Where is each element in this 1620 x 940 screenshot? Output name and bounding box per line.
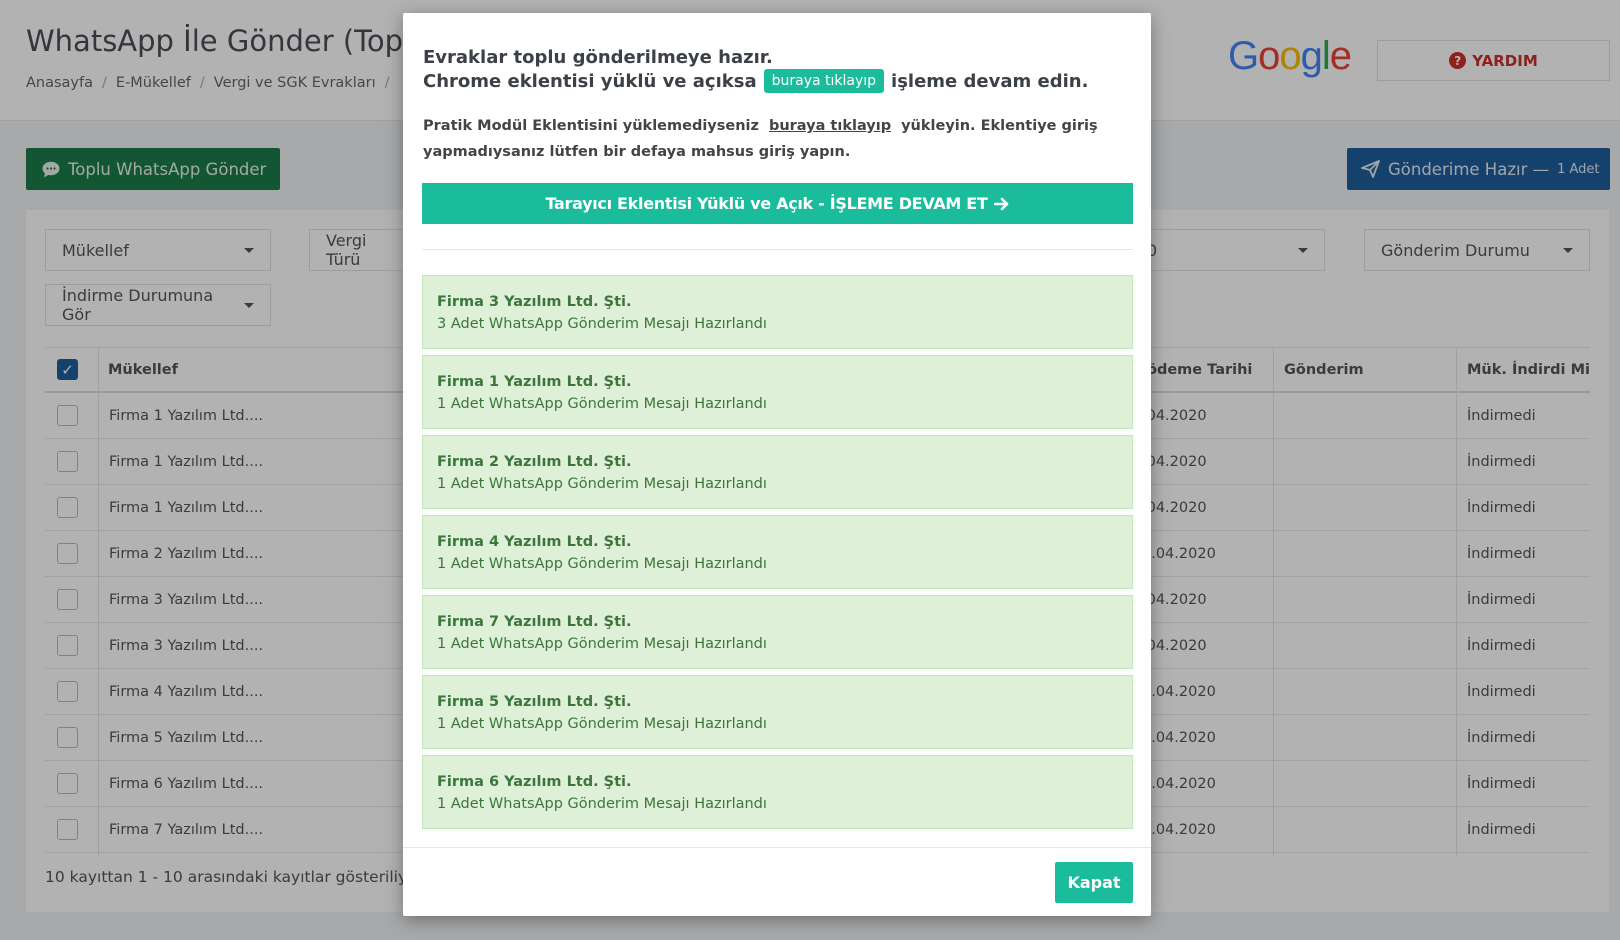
company-name: Firma 6 Yazılım Ltd. Şti. xyxy=(437,774,632,790)
note-pre: Pratik Modül Eklentisini yüklemediyseniz xyxy=(423,118,759,134)
list-item: Firma 5 Yazılım Ltd. Şti. 1 Adet WhatsApp… xyxy=(422,675,1133,749)
list-item: Firma 7 Yazılım Ltd. Şti. 1 Adet WhatsApp… xyxy=(422,595,1133,669)
company-name: Firma 4 Yazılım Ltd. Şti. xyxy=(437,534,632,550)
company-name: Firma 2 Yazılım Ltd. Şti. xyxy=(437,454,632,470)
list-item: Firma 4 Yazılım Ltd. Şti. 1 Adet WhatsApp… xyxy=(422,515,1133,589)
prepared-messages-list: Firma 3 Yazılım Ltd. Şti. 3 Adet WhatsApp… xyxy=(422,275,1133,835)
modal-instruction-pre: Chrome eklentisi yüklü ve açıksa xyxy=(423,70,757,92)
arrow-right-icon xyxy=(993,197,1008,210)
company-name: Firma 1 Yazılım Ltd. Şti. xyxy=(437,374,632,390)
prepared-message: 1 Adet WhatsApp Gönderim Mesajı Hazırlan… xyxy=(437,716,767,732)
company-name: Firma 7 Yazılım Ltd. Şti. xyxy=(437,614,632,630)
prepared-message: 1 Adet WhatsApp Gönderim Mesajı Hazırlan… xyxy=(437,476,767,492)
list-item: Firma 1 Yazılım Ltd. Şti. 1 Adet WhatsApp… xyxy=(422,355,1133,429)
company-name: Firma 5 Yazılım Ltd. Şti. xyxy=(437,694,632,710)
modal-footer-divider xyxy=(403,847,1151,848)
prepared-message: 1 Adet WhatsApp Gönderim Mesajı Hazırlan… xyxy=(437,796,767,812)
modal-divider xyxy=(422,249,1133,250)
install-extension-link[interactable]: buraya tıklayıp xyxy=(769,118,891,134)
extension-note: Pratik Modül Eklentisini yüklemediyseniz… xyxy=(423,113,1123,165)
bulk-send-modal: Evraklar toplu gönderilmeye hazır. Chrom… xyxy=(403,13,1151,916)
prepared-message: 1 Adet WhatsApp Gönderim Mesajı Hazırlan… xyxy=(437,396,767,412)
prepared-message: 1 Adet WhatsApp Gönderim Mesajı Hazırlan… xyxy=(437,636,767,652)
modal-heading: Evraklar toplu gönderilmeye hazır. xyxy=(423,47,773,68)
modal-instruction-post: işleme devam edin. xyxy=(891,70,1089,92)
list-item: Firma 3 Yazılım Ltd. Şti. 3 Adet WhatsApp… xyxy=(422,275,1133,349)
company-name: Firma 3 Yazılım Ltd. Şti. xyxy=(437,294,632,310)
prepared-message: 1 Adet WhatsApp Gönderim Mesajı Hazırlan… xyxy=(437,556,767,572)
continue-process-label: Tarayıcı Eklentisi Yüklü ve Açık - İŞLEM… xyxy=(545,194,988,213)
list-item: Firma 2 Yazılım Ltd. Şti. 1 Adet WhatsApp… xyxy=(422,435,1133,509)
click-here-badge[interactable]: buraya tıklayıp xyxy=(763,69,885,93)
modal-instruction: Chrome eklentisi yüklü ve açıksa buraya … xyxy=(423,67,1088,95)
prepared-message: 3 Adet WhatsApp Gönderim Mesajı Hazırlan… xyxy=(437,316,767,332)
continue-process-button[interactable]: Tarayıcı Eklentisi Yüklü ve Açık - İŞLEM… xyxy=(422,183,1133,224)
list-item: Firma 6 Yazılım Ltd. Şti. 1 Adet WhatsApp… xyxy=(422,755,1133,829)
close-button[interactable]: Kapat xyxy=(1055,862,1133,903)
